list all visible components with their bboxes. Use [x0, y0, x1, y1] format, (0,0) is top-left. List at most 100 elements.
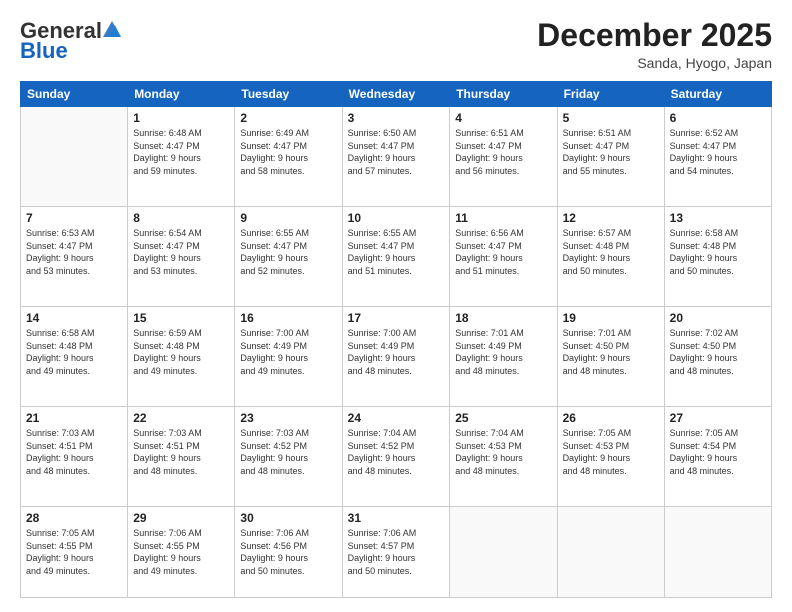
weekday-header: Wednesday — [342, 82, 450, 107]
weekday-header: Thursday — [450, 82, 557, 107]
day-number: 15 — [133, 311, 229, 325]
day-number: 17 — [348, 311, 445, 325]
day-info: Sunrise: 7:06 AM Sunset: 4:57 PM Dayligh… — [348, 527, 445, 577]
day-info: Sunrise: 6:51 AM Sunset: 4:47 PM Dayligh… — [563, 127, 659, 177]
logo: General Blue — [20, 18, 121, 64]
day-info: Sunrise: 6:55 AM Sunset: 4:47 PM Dayligh… — [240, 227, 336, 277]
day-number: 23 — [240, 411, 336, 425]
day-number: 29 — [133, 511, 229, 525]
day-info: Sunrise: 7:03 AM Sunset: 4:51 PM Dayligh… — [133, 427, 229, 477]
day-number: 22 — [133, 411, 229, 425]
calendar-cell: 8 Sunrise: 6:54 AM Sunset: 4:47 PM Daylig… — [128, 207, 235, 307]
calendar-body: 1 Sunrise: 6:48 AM Sunset: 4:47 PM Daylig… — [21, 107, 772, 598]
day-info: Sunrise: 6:52 AM Sunset: 4:47 PM Dayligh… — [670, 127, 766, 177]
day-info: Sunrise: 6:48 AM Sunset: 4:47 PM Dayligh… — [133, 127, 229, 177]
weekday-header: Tuesday — [235, 82, 342, 107]
calendar-cell: 17 Sunrise: 7:00 AM Sunset: 4:49 PM Dayli… — [342, 307, 450, 407]
weekday-header: Monday — [128, 82, 235, 107]
day-number: 14 — [26, 311, 122, 325]
calendar-header-row: SundayMondayTuesdayWednesdayThursdayFrid… — [21, 82, 772, 107]
day-number: 26 — [563, 411, 659, 425]
calendar-cell: 2 Sunrise: 6:49 AM Sunset: 4:47 PM Daylig… — [235, 107, 342, 207]
calendar-cell: 28Sunrise: 7:05 AM Sunset: 4:55 PM Dayli… — [21, 507, 128, 598]
day-number: 7 — [26, 211, 122, 225]
day-number: 31 — [348, 511, 445, 525]
day-info: Sunrise: 7:03 AM Sunset: 4:51 PM Dayligh… — [26, 427, 122, 477]
calendar-cell: 3 Sunrise: 6:50 AM Sunset: 4:47 PM Daylig… — [342, 107, 450, 207]
calendar-cell: 31 Sunrise: 7:06 AM Sunset: 4:57 PM Dayli… — [342, 507, 450, 598]
calendar-cell: 27Sunrise: 7:05 AM Sunset: 4:54 PM Dayli… — [664, 407, 771, 507]
calendar-cell: 5Sunrise: 6:51 AM Sunset: 4:47 PM Daylig… — [557, 107, 664, 207]
day-info: Sunrise: 6:51 AM Sunset: 4:47 PM Dayligh… — [455, 127, 551, 177]
calendar-cell: 26Sunrise: 7:05 AM Sunset: 4:53 PM Dayli… — [557, 407, 664, 507]
day-info: Sunrise: 6:57 AM Sunset: 4:48 PM Dayligh… — [563, 227, 659, 277]
calendar-cell — [450, 507, 557, 598]
day-number: 8 — [133, 211, 229, 225]
calendar-cell: 15Sunrise: 6:59 AM Sunset: 4:48 PM Dayli… — [128, 307, 235, 407]
day-number: 19 — [563, 311, 659, 325]
day-number: 1 — [133, 111, 229, 125]
calendar-cell: 24 Sunrise: 7:04 AM Sunset: 4:52 PM Dayli… — [342, 407, 450, 507]
day-info: Sunrise: 6:50 AM Sunset: 4:47 PM Dayligh… — [348, 127, 445, 177]
day-info: Sunrise: 7:01 AM Sunset: 4:49 PM Dayligh… — [455, 327, 551, 377]
calendar-cell: 6Sunrise: 6:52 AM Sunset: 4:47 PM Daylig… — [664, 107, 771, 207]
calendar-cell: 23 Sunrise: 7:03 AM Sunset: 4:52 PM Dayli… — [235, 407, 342, 507]
day-number: 9 — [240, 211, 336, 225]
calendar-cell: 13Sunrise: 6:58 AM Sunset: 4:48 PM Dayli… — [664, 207, 771, 307]
calendar-cell: 4Sunrise: 6:51 AM Sunset: 4:47 PM Daylig… — [450, 107, 557, 207]
calendar-cell: 29 Sunrise: 7:06 AM Sunset: 4:55 PM Dayli… — [128, 507, 235, 598]
location: Sanda, Hyogo, Japan — [537, 55, 772, 71]
day-info: Sunrise: 7:01 AM Sunset: 4:50 PM Dayligh… — [563, 327, 659, 377]
day-number: 21 — [26, 411, 122, 425]
day-info: Sunrise: 6:53 AM Sunset: 4:47 PM Dayligh… — [26, 227, 122, 277]
calendar-cell: 10 Sunrise: 6:55 AM Sunset: 4:47 PM Dayli… — [342, 207, 450, 307]
day-info: Sunrise: 6:55 AM Sunset: 4:47 PM Dayligh… — [348, 227, 445, 277]
day-number: 10 — [348, 211, 445, 225]
calendar-cell: 21 Sunrise: 7:03 AM Sunset: 4:51 PM Dayli… — [21, 407, 128, 507]
calendar-cell — [21, 107, 128, 207]
day-info: Sunrise: 7:02 AM Sunset: 4:50 PM Dayligh… — [670, 327, 766, 377]
calendar-week-row: 14 Sunrise: 6:58 AM Sunset: 4:48 PM Dayli… — [21, 307, 772, 407]
calendar-cell: 1 Sunrise: 6:48 AM Sunset: 4:47 PM Daylig… — [128, 107, 235, 207]
day-info: Sunrise: 6:49 AM Sunset: 4:47 PM Dayligh… — [240, 127, 336, 177]
day-number: 2 — [240, 111, 336, 125]
calendar-week-row: 7 Sunrise: 6:53 AM Sunset: 4:47 PM Daylig… — [21, 207, 772, 307]
day-info: Sunrise: 6:58 AM Sunset: 4:48 PM Dayligh… — [26, 327, 122, 377]
calendar-cell — [664, 507, 771, 598]
calendar: SundayMondayTuesdayWednesdayThursdayFrid… — [20, 81, 772, 598]
calendar-cell: 11Sunrise: 6:56 AM Sunset: 4:47 PM Dayli… — [450, 207, 557, 307]
calendar-cell: 12 Sunrise: 6:57 AM Sunset: 4:48 PM Dayli… — [557, 207, 664, 307]
calendar-cell: 18 Sunrise: 7:01 AM Sunset: 4:49 PM Dayli… — [450, 307, 557, 407]
weekday-header: Saturday — [664, 82, 771, 107]
calendar-week-row: 28Sunrise: 7:05 AM Sunset: 4:55 PM Dayli… — [21, 507, 772, 598]
page: General Blue December 2025 Sanda, Hyogo,… — [0, 0, 792, 612]
day-info: Sunrise: 7:05 AM Sunset: 4:55 PM Dayligh… — [26, 527, 122, 577]
calendar-week-row: 21 Sunrise: 7:03 AM Sunset: 4:51 PM Dayli… — [21, 407, 772, 507]
day-info: Sunrise: 7:04 AM Sunset: 4:52 PM Dayligh… — [348, 427, 445, 477]
weekday-header: Sunday — [21, 82, 128, 107]
day-info: Sunrise: 7:00 AM Sunset: 4:49 PM Dayligh… — [348, 327, 445, 377]
logo-icon — [103, 21, 121, 37]
header-right: December 2025 Sanda, Hyogo, Japan — [537, 18, 772, 71]
calendar-cell: 7 Sunrise: 6:53 AM Sunset: 4:47 PM Daylig… — [21, 207, 128, 307]
day-number: 3 — [348, 111, 445, 125]
day-info: Sunrise: 6:56 AM Sunset: 4:47 PM Dayligh… — [455, 227, 551, 277]
day-info: Sunrise: 6:58 AM Sunset: 4:48 PM Dayligh… — [670, 227, 766, 277]
calendar-cell: 30Sunrise: 7:06 AM Sunset: 4:56 PM Dayli… — [235, 507, 342, 598]
day-number: 12 — [563, 211, 659, 225]
day-number: 24 — [348, 411, 445, 425]
day-number: 20 — [670, 311, 766, 325]
calendar-cell: 20 Sunrise: 7:02 AM Sunset: 4:50 PM Dayli… — [664, 307, 771, 407]
calendar-cell: 25Sunrise: 7:04 AM Sunset: 4:53 PM Dayli… — [450, 407, 557, 507]
day-info: Sunrise: 7:00 AM Sunset: 4:49 PM Dayligh… — [240, 327, 336, 377]
day-number: 18 — [455, 311, 551, 325]
day-number: 30 — [240, 511, 336, 525]
logo-blue: Blue — [20, 38, 68, 64]
calendar-cell — [557, 507, 664, 598]
month-title: December 2025 — [537, 18, 772, 53]
weekday-header: Friday — [557, 82, 664, 107]
day-info: Sunrise: 7:06 AM Sunset: 4:55 PM Dayligh… — [133, 527, 229, 577]
day-info: Sunrise: 6:54 AM Sunset: 4:47 PM Dayligh… — [133, 227, 229, 277]
day-info: Sunrise: 7:03 AM Sunset: 4:52 PM Dayligh… — [240, 427, 336, 477]
day-number: 27 — [670, 411, 766, 425]
